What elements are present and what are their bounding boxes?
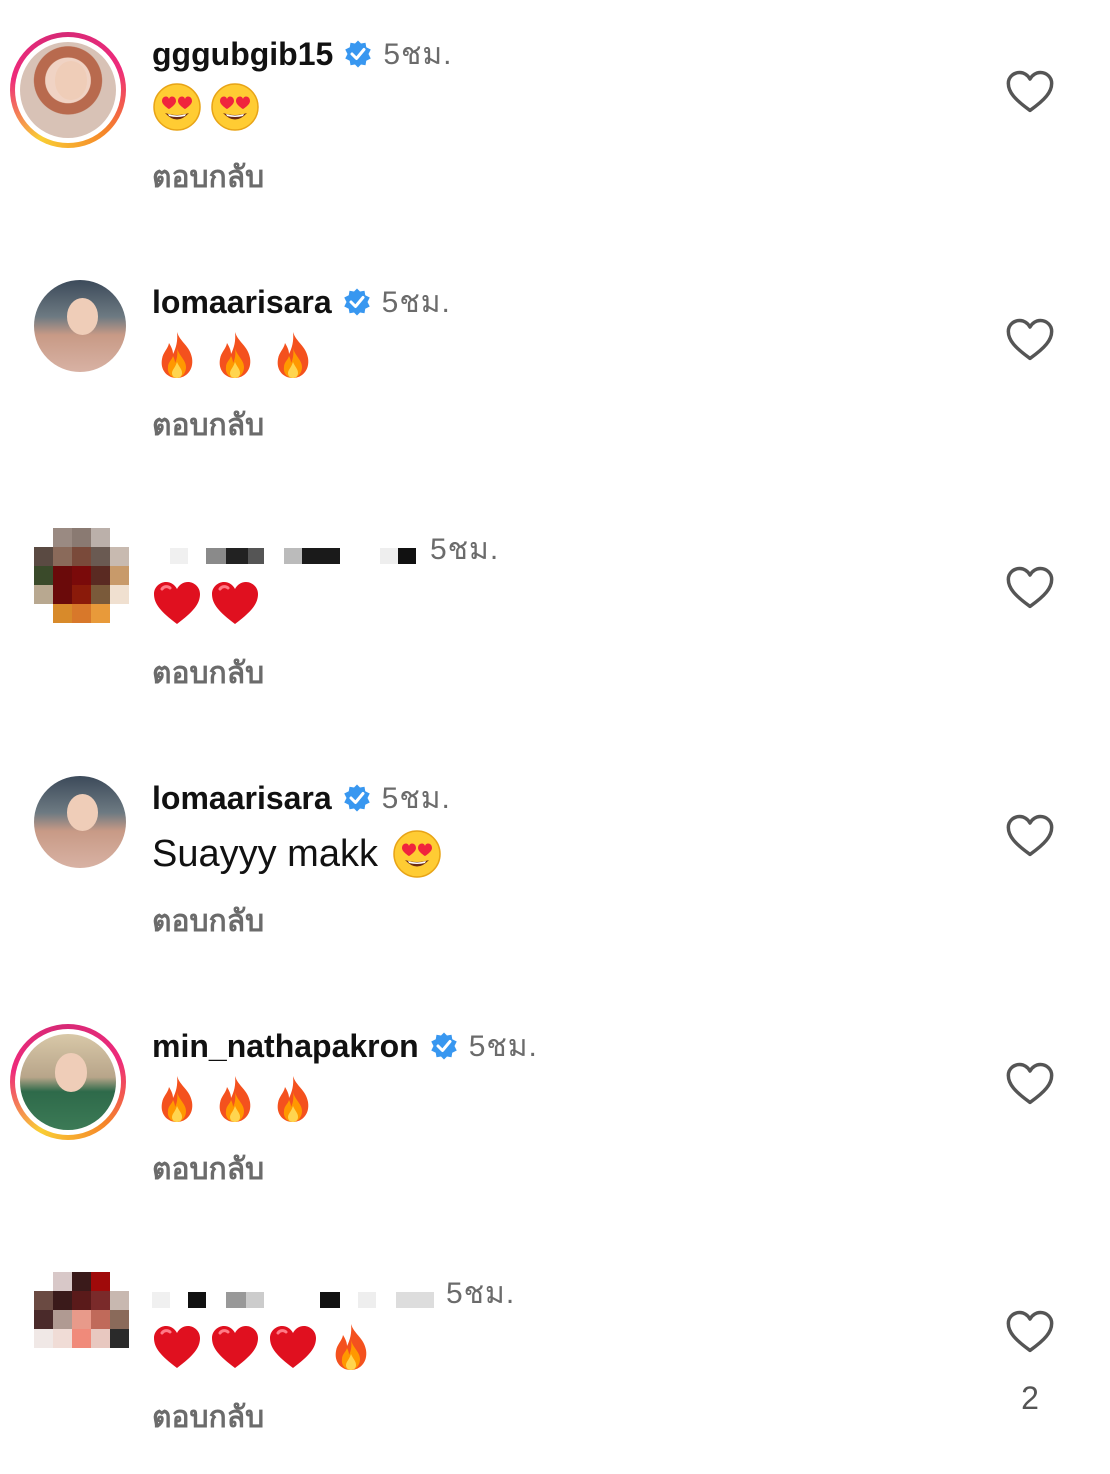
redacted-username[interactable] (152, 1274, 452, 1314)
comment-item: lomaarisara 5ชม. ตอบกลับ (0, 280, 1110, 480)
fire-emoji-icon (210, 1074, 260, 1124)
like-count[interactable]: 2 (1010, 1380, 1050, 1417)
comment-item: min_nathapakron 5ชม. ตอบกลับ (0, 1024, 1110, 1224)
comment-time: 5ชม. (381, 285, 451, 319)
red-heart-emoji-icon (210, 578, 260, 628)
comment-item: 5ชม. ตอบกลับ (0, 528, 1110, 728)
avatar[interactable] (34, 1272, 134, 1372)
reply-button[interactable]: ตอบกลับ (152, 898, 264, 945)
comment-item: 5ชม. ตอบกลับ 2 (0, 1272, 1110, 1472)
like-heart-icon[interactable] (1004, 314, 1056, 366)
like-heart-icon[interactable] (1004, 810, 1056, 862)
comment-text (152, 1074, 318, 1124)
red-heart-emoji-icon (268, 1322, 318, 1372)
comment-text: Suayyy makk (152, 826, 442, 882)
avatar[interactable] (10, 32, 126, 148)
fire-emoji-icon (326, 1322, 376, 1372)
like-heart-icon[interactable] (1004, 562, 1056, 614)
username-text[interactable]: lomaarisara (152, 284, 332, 321)
heart-eyes-emoji-icon (392, 829, 442, 879)
like-heart-icon[interactable] (1004, 1058, 1056, 1110)
verified-badge-icon (429, 1031, 459, 1061)
red-heart-emoji-icon (152, 1322, 202, 1372)
comment-username[interactable]: gggubgib15 5ชม. (152, 34, 452, 74)
reply-button[interactable]: ตอบกลับ (152, 154, 264, 201)
heart-eyes-emoji-icon (210, 82, 260, 132)
comment-username[interactable]: min_nathapakron 5ชม. (152, 1026, 538, 1066)
heart-eyes-emoji-icon (152, 82, 202, 132)
like-heart-icon[interactable] (1004, 66, 1056, 118)
comment-text (152, 1322, 376, 1372)
verified-badge-icon (342, 287, 372, 317)
comment-time: 5ชม. (383, 37, 453, 71)
fire-emoji-icon (268, 1074, 318, 1124)
comment-username[interactable]: lomaarisara 5ชม. (152, 778, 451, 818)
like-heart-icon[interactable] (1004, 1306, 1056, 1358)
username-text[interactable]: min_nathapakron (152, 1028, 419, 1065)
comment-time: 5ชม. (381, 781, 451, 815)
comment-item: gggubgib15 5ชม. ตอบกลับ (0, 32, 1110, 232)
comment-time: 5ชม. (446, 1277, 516, 1310)
comment-text (152, 82, 260, 132)
comment-text (152, 330, 318, 380)
comment-item: lomaarisara 5ชม. Suayyy makk ตอบกลับ (0, 776, 1110, 976)
fire-emoji-icon (152, 330, 202, 380)
avatar[interactable] (10, 1024, 126, 1140)
red-heart-emoji-icon (210, 1322, 260, 1372)
fire-emoji-icon (210, 330, 260, 380)
fire-emoji-icon (152, 1074, 202, 1124)
avatar[interactable] (34, 528, 134, 628)
redacted-username[interactable] (152, 530, 452, 570)
username-text[interactable]: lomaarisara (152, 780, 332, 817)
comment-time: 5ชม. (468, 1029, 538, 1063)
avatar[interactable] (34, 776, 126, 868)
verified-badge-icon (343, 39, 373, 69)
red-heart-emoji-icon (152, 578, 202, 628)
avatar[interactable] (34, 280, 126, 372)
fire-emoji-icon (268, 330, 318, 380)
reply-button[interactable]: ตอบกลับ (152, 650, 264, 697)
reply-button[interactable]: ตอบกลับ (152, 402, 264, 449)
comment-text (152, 578, 260, 628)
reply-button[interactable]: ตอบกลับ (152, 1146, 264, 1193)
username-text[interactable]: gggubgib15 (152, 36, 333, 73)
comment-username[interactable]: lomaarisara 5ชม. (152, 282, 451, 322)
comment-time: 5ชม. (430, 533, 500, 566)
verified-badge-icon (342, 783, 372, 813)
comment-text-content: Suayyy makk (152, 833, 378, 875)
reply-button[interactable]: ตอบกลับ (152, 1394, 264, 1441)
